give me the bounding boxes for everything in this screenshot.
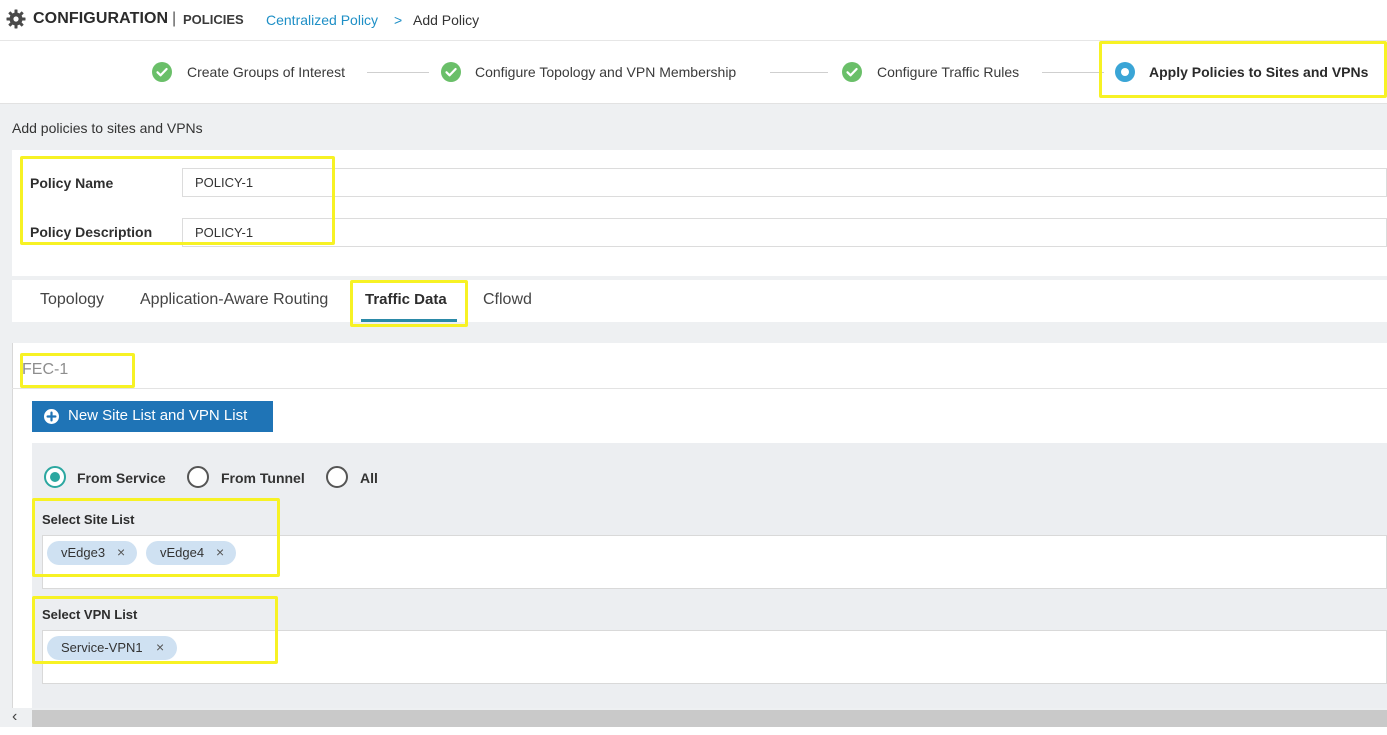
radio-from-tunnel-label: From Tunnel	[221, 470, 305, 486]
page-subtitle: POLICIES	[183, 12, 244, 27]
radio-from-service[interactable]	[44, 466, 66, 488]
step-configure-traffic-rules[interactable]: Configure Traffic Rules	[877, 64, 1019, 80]
step-connector	[1042, 72, 1104, 73]
site-list-select[interactable]	[42, 535, 1387, 589]
new-site-list-and-vpn-list-button[interactable]: New Site List and VPN List	[32, 401, 273, 432]
scroll-left-arrow-icon[interactable]: ‹	[12, 708, 32, 728]
tab-cflowd[interactable]: Cflowd	[483, 291, 532, 309]
check-circle-icon	[152, 62, 172, 82]
tab-traffic-data[interactable]: Traffic Data	[365, 291, 447, 308]
chip-service-vpn1: Service-VPN1 ×	[47, 636, 177, 660]
step-apply-policies[interactable]: Apply Policies to Sites and VPNs	[1149, 64, 1368, 80]
chip-label: vEdge4	[160, 545, 205, 560]
vpn-list-select[interactable]	[42, 630, 1387, 684]
chip-label: vEdge3	[61, 545, 106, 560]
tab-topology[interactable]: Topology	[40, 291, 104, 309]
check-circle-icon	[441, 62, 461, 82]
horizontal-scrollbar[interactable]	[32, 710, 1387, 727]
plus-circle-icon	[44, 409, 59, 424]
policy-name-label: Policy Name	[30, 175, 114, 191]
breadcrumb-current: Add Policy	[413, 12, 480, 28]
breadcrumb-separator: >	[394, 12, 403, 28]
remove-chip-icon[interactable]: ×	[156, 639, 164, 655]
chip-vedge3: vEdge3 ×	[47, 541, 137, 565]
radio-from-service-label: From Service	[77, 470, 166, 486]
step-configure-topology[interactable]: Configure Topology and VPN Membership	[475, 64, 736, 80]
select-vpn-list-label: Select VPN List	[42, 607, 138, 622]
chip-label: Service-VPN1	[61, 640, 143, 655]
title-separator: |	[172, 10, 177, 27]
divider	[12, 388, 1387, 389]
traffic-policy-name: FEC-1	[22, 361, 69, 378]
section-heading: Add policies to sites and VPNs	[12, 120, 203, 136]
radio-all[interactable]	[326, 466, 348, 488]
remove-chip-icon[interactable]: ×	[117, 544, 125, 560]
new-button-label: New Site List and VPN List	[68, 407, 248, 424]
page-title: CONFIGURATION	[33, 10, 169, 27]
policy-description-label: Policy Description	[30, 224, 153, 240]
gear-icon	[6, 9, 26, 29]
tab-application-aware-routing[interactable]: Application-Aware Routing	[140, 291, 328, 309]
step-create-groups[interactable]: Create Groups of Interest	[187, 64, 345, 80]
radio-all-label: All	[360, 470, 378, 486]
radio-from-tunnel[interactable]	[187, 466, 209, 488]
chip-vedge4: vEdge4 ×	[146, 541, 236, 565]
page-footer	[0, 727, 1387, 735]
current-step-icon	[1115, 62, 1135, 82]
step-connector	[367, 72, 429, 73]
remove-chip-icon[interactable]: ×	[216, 544, 224, 560]
policy-name-input[interactable]	[182, 168, 1387, 197]
policy-description-input[interactable]	[182, 218, 1387, 247]
step-connector	[770, 72, 828, 73]
select-site-list-label: Select Site List	[42, 512, 135, 527]
check-circle-icon	[842, 62, 862, 82]
breadcrumb-centralized-policy-link[interactable]: Centralized Policy	[266, 12, 378, 28]
active-tab-indicator	[361, 319, 457, 322]
